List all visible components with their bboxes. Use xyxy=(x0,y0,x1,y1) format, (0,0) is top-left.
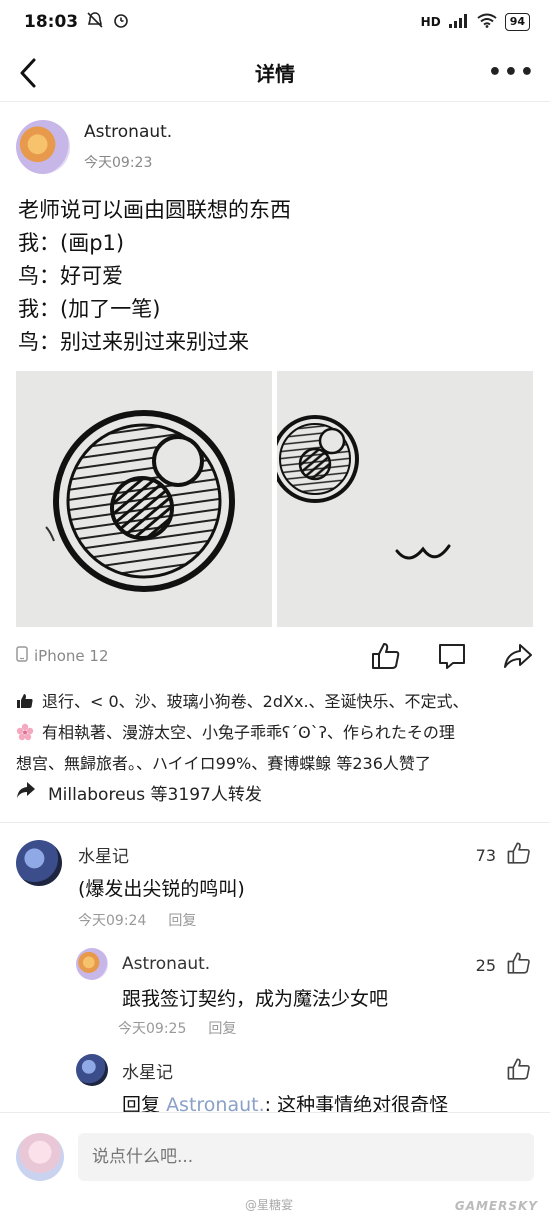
share-icon[interactable] xyxy=(502,640,534,672)
comment-icon[interactable] xyxy=(436,640,468,672)
device-label: iPhone 12 xyxy=(16,646,109,666)
comment-like-count: 73 xyxy=(475,845,496,865)
network-label: HD xyxy=(420,15,441,29)
comment-time: 今天09:24 xyxy=(78,913,147,929)
wifi-icon xyxy=(477,13,497,31)
alarm-icon xyxy=(112,11,130,34)
avatar[interactable] xyxy=(76,1054,108,1086)
sakura-icon xyxy=(16,722,34,750)
comment-item: 水星记 (爆发出尖锐的鸣叫) 今天09:24 回复 73 xyxy=(0,836,550,936)
likes-text-2: 有相執著、漫游太空、小兔子乖乖ʕ´ʘ`ʔ、作られたその理 xyxy=(42,723,455,742)
post-line: 我：(画p1) xyxy=(18,231,125,255)
reply-item: 水星记 回复 Astronaut.: 这种事情绝对很奇怪 xyxy=(0,1052,550,1116)
post-line: 鸟：好可爱 xyxy=(18,264,123,288)
avatar[interactable] xyxy=(76,948,108,980)
site-watermark: GAMERSKY xyxy=(454,1199,538,1213)
post-line: 老师说可以画由圆联想的东西 xyxy=(18,198,291,222)
like-icon[interactable] xyxy=(506,1056,532,1086)
comment-like[interactable] xyxy=(506,1056,532,1086)
likes-line: 有相執著、漫游太空、小兔子乖乖ʕ´ʘ`ʔ、作られたその理 xyxy=(16,719,536,750)
nav-bar: 详情 ••• xyxy=(0,44,550,102)
forward-icon xyxy=(16,781,36,804)
divider xyxy=(0,822,550,823)
thumbs-up-icon xyxy=(16,691,34,719)
comment-meta: 今天09:25 回复 xyxy=(118,1018,236,1038)
signal-icon xyxy=(448,13,469,31)
more-icon[interactable]: ••• xyxy=(488,60,536,85)
comment-author[interactable]: Astronaut. xyxy=(122,954,210,974)
comment-like[interactable]: 73 xyxy=(476,840,532,870)
post-header: Astronaut. 今天09:23 xyxy=(16,120,172,174)
likes-text-1: 退行、< 0、沙、玻璃小狗卷、2dXx.、圣诞快乐、不定式、 xyxy=(42,692,469,711)
comment-like[interactable]: 25 xyxy=(476,950,532,980)
post-photo-2[interactable] xyxy=(271,371,533,627)
comment-time: 今天09:25 xyxy=(118,1021,187,1037)
likes-list: 退行、< 0、沙、玻璃小狗卷、2dXx.、圣诞快乐、不定式、 有相執著、漫游太空… xyxy=(16,688,536,778)
reply-item: Astronaut. 跟我签订契约，成为魔法少女吧 今天09:25 回复 25 xyxy=(0,944,550,1044)
reply-link[interactable]: 回复 xyxy=(168,913,196,929)
avatar[interactable] xyxy=(16,840,62,886)
device-name: iPhone 12 xyxy=(34,647,109,665)
post-footer: iPhone 12 xyxy=(16,640,534,672)
post-photo-1[interactable] xyxy=(16,371,272,627)
phone-icon xyxy=(16,646,28,666)
like-icon[interactable] xyxy=(506,840,532,870)
page-title: 详情 xyxy=(255,62,295,86)
avatar[interactable] xyxy=(16,120,70,174)
likes-line: 想宫、無歸旅者。、ハイイロ99%、賽博蝶鳈 等236人赞了 xyxy=(16,754,431,773)
post-line: 我：(加了一笔) xyxy=(18,297,161,321)
avatar[interactable] xyxy=(16,1133,64,1181)
comment-text: (爆发出尖锐的鸣叫) xyxy=(78,878,245,900)
comment-like-count: 25 xyxy=(475,955,496,975)
mute-icon xyxy=(86,11,104,34)
weibo-watermark: @星糖宴 xyxy=(245,1198,294,1212)
post-line: 鸟：别过来别过来别过来 xyxy=(18,330,249,354)
likes-line: 退行、< 0、沙、玻璃小狗卷、2dXx.、圣诞快乐、不定式、 xyxy=(16,688,536,719)
like-icon[interactable] xyxy=(506,950,532,980)
post-time: 今天09:23 xyxy=(84,155,153,171)
comment-author[interactable]: 水星记 xyxy=(122,1058,173,1083)
forwards-row: Millaboreus 等3197人转发 xyxy=(16,780,262,805)
forwards-text: Millaboreus 等3197人转发 xyxy=(48,785,262,805)
comment-text: 跟我签订契约，成为魔法少女吧 xyxy=(122,988,389,1010)
status-bar: 18:03 HD 94 xyxy=(0,0,550,44)
comment-meta: 今天09:24 回复 xyxy=(78,910,196,930)
status-time: 18:03 xyxy=(24,12,79,32)
author-name[interactable]: Astronaut. xyxy=(84,122,172,142)
like-icon[interactable] xyxy=(370,640,402,672)
comment-bar: @星糖宴 GAMERSKY xyxy=(0,1112,550,1221)
post-text: 老师说可以画由圆联想的东西 我：(画p1) 鸟：好可爱 我：(加了一笔) 鸟：别… xyxy=(18,194,291,359)
comment-input[interactable] xyxy=(78,1133,534,1181)
back-icon[interactable] xyxy=(14,56,44,90)
comment-author[interactable]: 水星记 xyxy=(78,842,129,867)
reply-link[interactable]: 回复 xyxy=(208,1021,236,1037)
battery-indicator: 94 xyxy=(504,13,530,31)
